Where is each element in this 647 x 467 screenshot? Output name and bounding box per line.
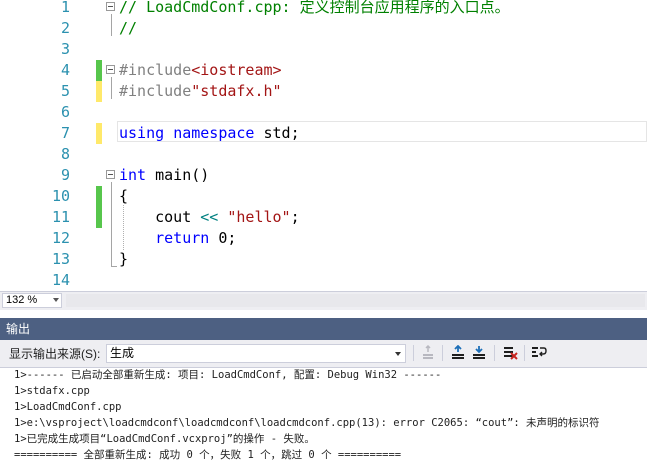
zoom-dropdown[interactable]: 132 % <box>2 293 62 308</box>
code-text: { <box>119 186 128 207</box>
output-source-label: 显示输出来源(S): <box>9 347 101 361</box>
code-token: 0; <box>209 229 237 247</box>
code-text: return 0; <box>119 228 236 249</box>
collapse-icon[interactable] <box>106 65 115 74</box>
code-line[interactable]: 10 { <box>0 186 647 207</box>
line-number: 9 <box>60 166 70 184</box>
code-line[interactable]: 9 int main() <box>0 165 647 186</box>
code-text: #include<iostream> <box>119 60 282 81</box>
line-number: 10 <box>51 187 70 205</box>
collapse-icon[interactable] <box>106 170 115 179</box>
code-text: // <box>119 18 137 39</box>
output-line: 1>LoadCmdConf.cpp <box>14 401 122 413</box>
collapse-icon[interactable] <box>106 2 115 11</box>
output-line: 1>已完成生成项目“LoadCmdConf.vcxproj”的操作 - 失败。 <box>14 433 315 445</box>
output-line: 1>stdafx.cpp <box>14 385 90 397</box>
previous-message-icon[interactable] <box>450 345 466 361</box>
code-line[interactable]: 12 return 0; <box>0 228 647 249</box>
code-token: "hello" <box>227 208 291 226</box>
code-token: using <box>119 124 165 142</box>
code-line[interactable]: 11 cout << "hello"; <box>0 207 647 228</box>
output-source-select[interactable]: 生成 <box>106 344 406 363</box>
line-number: 1 <box>60 0 70 16</box>
code-line[interactable]: 2 // <box>0 18 647 39</box>
code-text: // LoadCmdConf.cpp: 定义控制台应用程序的入口点。 <box>119 0 510 18</box>
code-token: // <box>119 19 138 37</box>
code-line[interactable]: 14 <box>0 270 647 291</box>
zoom-level: 132 % <box>6 294 38 306</box>
toolbar-separator <box>494 345 495 361</box>
code-line[interactable]: 1 // LoadCmdConf.cpp: 定义控制台应用程序的入口点。 <box>0 0 647 18</box>
code-token: } <box>119 250 129 268</box>
output-line: 1>------ 已启动全部重新生成: 项目: LoadCmdConf, 配置:… <box>14 369 442 381</box>
code-token: #include <box>119 82 192 100</box>
toolbar-separator <box>524 345 525 361</box>
code-token: return <box>155 229 210 247</box>
toolbar-separator <box>442 345 443 361</box>
word-wrap-icon[interactable] <box>531 345 547 361</box>
code-token: namespace <box>173 124 255 142</box>
code-text: int main() <box>119 165 209 186</box>
saved-change-marker <box>96 60 102 81</box>
output-panel-title: 输出 <box>6 322 31 336</box>
saved-change-marker <box>96 186 102 207</box>
code-line[interactable]: 4 #include<iostream> <box>0 60 647 81</box>
toolbar-separator <box>413 345 414 361</box>
code-line[interactable]: 13} <box>0 249 647 270</box>
code-line[interactable]: 8 <box>0 144 647 165</box>
code-token: { <box>119 187 129 205</box>
code-line[interactable]: 5 #include"stdafx.h" <box>0 81 647 102</box>
code-token: #include <box>119 61 192 79</box>
code-token: std; <box>254 124 300 142</box>
output-panel: 输出 显示输出来源(S): 生成 1>------ 已启动全部重新生成: 项目:… <box>0 318 647 467</box>
code-line[interactable]: 7 using namespace std; <box>0 123 647 144</box>
editor-status-bar: 132 % <box>0 291 647 310</box>
horizontal-scrollbar[interactable] <box>66 294 645 307</box>
output-line: 1>e:\vsproject\loadcmdconf\loadcmdconf\l… <box>14 417 600 429</box>
code-line[interactable]: 6 <box>0 102 647 123</box>
line-number: 8 <box>60 145 70 163</box>
output-panel-header[interactable]: 输出 <box>0 318 647 340</box>
line-number: 6 <box>60 103 70 121</box>
code-token: // LoadCmdConf.cpp: 定义控制台应用程序的入口点。 <box>119 0 510 16</box>
output-line: ========== 全部重新生成: 成功 0 个，失败 1 个，跳过 0 个 … <box>14 449 402 461</box>
line-number: 5 <box>60 82 70 100</box>
next-message-icon[interactable] <box>471 345 487 361</box>
code-text: #include"stdafx.h" <box>119 81 282 102</box>
chevron-down-icon <box>53 298 59 302</box>
output-source-value: 生成 <box>110 346 135 360</box>
code-editor[interactable]: 1 // LoadCmdConf.cpp: 定义控制台应用程序的入口点。 2 // 3 4… <box>0 0 647 291</box>
code-token: cout <box>119 208 201 226</box>
code-text: } <box>119 249 128 270</box>
code-token: main() <box>146 166 210 184</box>
line-number: 11 <box>51 208 70 226</box>
code-token: << <box>200 208 219 226</box>
unsaved-change-marker <box>96 123 102 144</box>
code-token: "stdafx.h" <box>191 82 282 100</box>
unsaved-change-marker <box>96 81 102 102</box>
line-number: 2 <box>60 19 70 37</box>
line-number: 12 <box>51 229 70 247</box>
code-token: <iostream> <box>191 61 282 79</box>
output-toolbar: 显示输出来源(S): 生成 <box>0 340 647 367</box>
saved-change-marker <box>96 207 102 228</box>
code-token: int <box>119 166 147 184</box>
goto-location-icon[interactable] <box>420 345 436 361</box>
line-number: 14 <box>51 271 70 289</box>
line-number: 7 <box>60 124 70 142</box>
line-number: 3 <box>60 40 70 58</box>
chevron-down-icon <box>395 352 401 356</box>
code-text: using namespace std; <box>119 123 300 144</box>
line-number: 4 <box>60 61 70 79</box>
output-text-area[interactable]: 1>------ 已启动全部重新生成: 项目: LoadCmdConf, 配置:… <box>0 367 647 467</box>
code-token: ; <box>290 208 300 226</box>
line-number: 13 <box>51 250 70 268</box>
clear-all-icon[interactable] <box>502 345 518 361</box>
code-line[interactable]: 3 <box>0 39 647 60</box>
code-text: cout << "hello"; <box>119 207 300 228</box>
